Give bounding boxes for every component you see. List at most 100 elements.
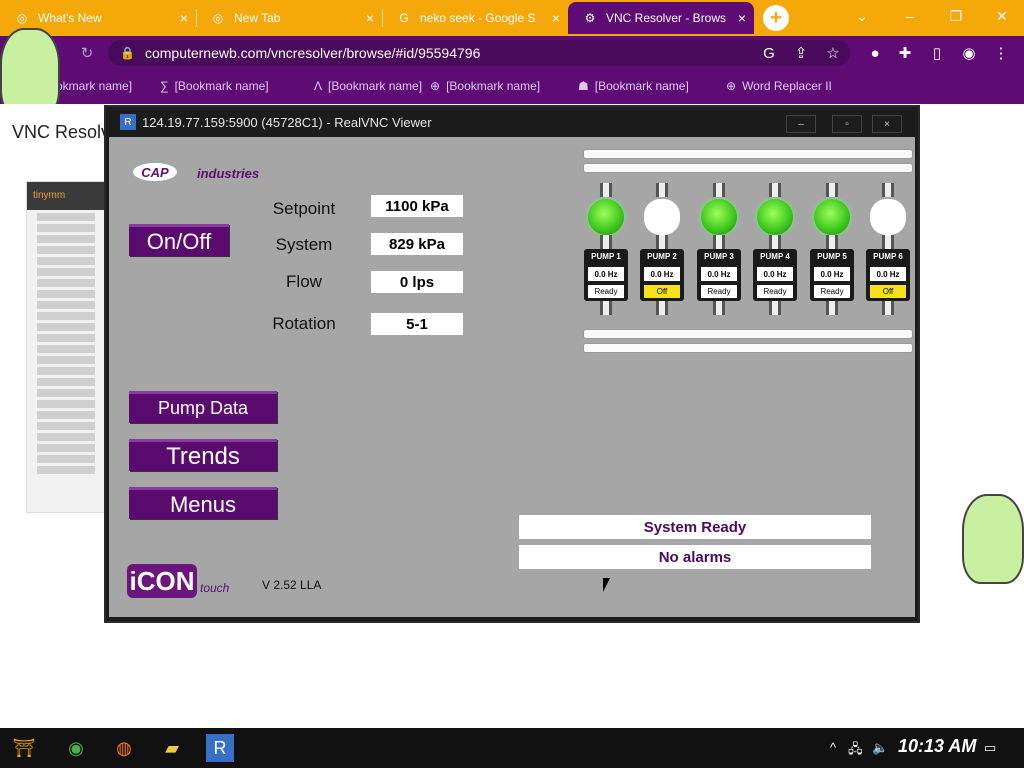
show-hidden-icons-icon[interactable]: ^ bbox=[830, 740, 836, 755]
chrome-taskbar-icon[interactable]: ◉ bbox=[62, 734, 90, 762]
pipe-stub bbox=[882, 183, 894, 197]
profile-icon[interactable]: ◉ bbox=[958, 42, 980, 64]
realvnc-taskbar-icon[interactable]: R bbox=[206, 734, 234, 762]
thumbnail-row bbox=[37, 345, 95, 353]
flow-value: 0 lps bbox=[371, 271, 463, 293]
pipe-stub bbox=[600, 235, 612, 249]
system-label: System bbox=[275, 235, 333, 254]
pump-name: PUMP 5 bbox=[817, 252, 847, 261]
discharge-header-pipe bbox=[583, 163, 913, 173]
rotation-label: Rotation bbox=[272, 314, 336, 333]
thumbnail-row bbox=[37, 301, 95, 309]
reload-icon[interactable]: ↻ bbox=[76, 42, 98, 64]
pump-1[interactable]: PUMP 1 0.0 Hz Ready bbox=[583, 177, 629, 347]
globe-icon: ⊕ bbox=[726, 79, 737, 93]
hmi-screen: CAP industries On/Off Setpoint 1100 kPa … bbox=[109, 137, 915, 617]
google-lens-icon[interactable]: G bbox=[758, 42, 780, 64]
pipe-stub bbox=[769, 301, 781, 315]
vnc-title-bar[interactable]: R 124.19.77.159:5900 (45728C1) - RealVNC… bbox=[106, 107, 918, 137]
thumbnail-row bbox=[37, 213, 95, 221]
bookmark-item[interactable]: ⊕ [Bookmark name] bbox=[430, 77, 540, 95]
brand-name: industries bbox=[197, 166, 260, 181]
close-tab-icon[interactable]: × bbox=[366, 10, 374, 26]
bookmark-item[interactable]: ☗ [Bookmark name] bbox=[578, 77, 689, 95]
bookmark-label: [Bookmark name] bbox=[594, 79, 689, 93]
thumbnail-row bbox=[37, 312, 95, 320]
bookmark-item[interactable]: Λ [Bookmark name] bbox=[314, 77, 422, 95]
bookmark-star-icon[interactable]: ☆ bbox=[822, 42, 844, 64]
bookmark-label: Word Replacer II bbox=[742, 79, 832, 93]
pump-3[interactable]: PUMP 3 0.0 Hz Ready bbox=[696, 177, 742, 347]
setpoint-value[interactable]: 1100 kPa bbox=[371, 195, 463, 217]
tab-title: neko seek - Google S bbox=[420, 11, 536, 25]
share-icon[interactable]: ⇪ bbox=[790, 42, 812, 64]
pump-4[interactable]: PUMP 4 0.0 Hz Ready bbox=[752, 177, 798, 347]
menus-button[interactable]: Menus bbox=[129, 487, 277, 519]
thumbnail-row bbox=[37, 235, 95, 243]
thumbnail-row bbox=[37, 411, 95, 419]
pump-name: PUMP 2 bbox=[647, 252, 677, 261]
thumbnail-row bbox=[37, 455, 95, 463]
taskbar bbox=[0, 728, 1024, 768]
vnc-close-button[interactable]: × bbox=[872, 115, 902, 133]
pump-1-indicator-light bbox=[588, 199, 624, 235]
pipe-stub bbox=[882, 235, 894, 249]
tab-search-icon[interactable]: ⌄ bbox=[848, 4, 876, 28]
tab-neko-seek[interactable]: G neko seek - Google S × bbox=[382, 2, 568, 34]
file-explorer-icon[interactable]: ▰ bbox=[158, 734, 186, 762]
bookmark-icon: ☗ bbox=[578, 79, 589, 93]
new-tab-button[interactable]: + bbox=[763, 5, 789, 31]
notifications-icon[interactable]: ▭ bbox=[984, 740, 996, 756]
vnc-maximize-button[interactable]: ▫ bbox=[832, 115, 862, 133]
chrome-icon: ◎ bbox=[16, 11, 28, 25]
pump-2[interactable]: PUMP 2 0.0 Hz Off bbox=[639, 177, 685, 347]
vnc-window-title: 124.19.77.159:5900 (45728C1) - RealVNC V… bbox=[142, 114, 432, 130]
pump-3-indicator-light bbox=[701, 199, 737, 235]
vnc-minimize-button[interactable]: – bbox=[786, 115, 816, 133]
minimize-icon[interactable]: – bbox=[896, 4, 924, 28]
chrome-icon: ◎ bbox=[212, 11, 224, 25]
side-panel-icon[interactable]: ▯ bbox=[926, 42, 948, 64]
taskbar-clock[interactable]: 10:13 AM bbox=[898, 736, 976, 757]
network-icon[interactable]: 🖧 bbox=[848, 740, 863, 762]
screenshot-thumbnail[interactable]: tinymm bbox=[26, 181, 106, 513]
extensions-puzzle-icon[interactable]: ✚ bbox=[894, 42, 916, 64]
bookmark-item[interactable]: ∑ [Bookmark name] bbox=[160, 77, 269, 95]
firefox-taskbar-icon[interactable]: ◍ bbox=[110, 734, 138, 762]
pump-status: Off bbox=[870, 285, 906, 298]
thumbnail-row bbox=[37, 367, 95, 375]
close-tab-icon[interactable]: × bbox=[180, 10, 188, 26]
thumbnail-row bbox=[37, 246, 95, 254]
volume-icon[interactable]: 🔈 bbox=[872, 740, 888, 756]
browser-chrome: ◎ What's New × ◎ New Tab × G neko seek -… bbox=[0, 0, 1024, 104]
icon-touch-logo: iCON bbox=[127, 564, 197, 598]
pump-name: PUMP 6 bbox=[873, 252, 903, 261]
menu-kebab-icon[interactable]: ⋮ bbox=[990, 42, 1012, 64]
pump-2-tag: PUMP 2 0.0 Hz Off bbox=[640, 249, 684, 301]
tab-vnc-resolver[interactable]: ⚙ VNC Resolver - Brows × bbox=[568, 2, 754, 34]
thumbnail-row bbox=[37, 268, 95, 276]
pipe-stub bbox=[656, 301, 668, 315]
thumbnail-row bbox=[37, 224, 95, 232]
start-button-icon[interactable]: ⛩ bbox=[10, 734, 38, 762]
pipe-stub bbox=[826, 183, 838, 197]
pump-data-button[interactable]: Pump Data bbox=[129, 391, 277, 423]
close-tab-icon[interactable]: × bbox=[552, 10, 560, 26]
alarm-status-banner[interactable]: No alarms bbox=[519, 545, 871, 569]
restore-icon[interactable]: ❐ bbox=[942, 4, 970, 28]
on-off-button[interactable]: On/Off bbox=[129, 224, 229, 256]
thumbnail-row bbox=[37, 334, 95, 342]
extension-avatar-icon[interactable]: ● bbox=[864, 42, 886, 64]
close-window-icon[interactable]: ✕ bbox=[988, 4, 1016, 28]
thumbnail-header: tinymm bbox=[27, 182, 105, 210]
pipe-stub bbox=[882, 301, 894, 315]
pump-frequency: 0.0 Hz bbox=[701, 267, 737, 281]
tab-title: VNC Resolver - Brows bbox=[606, 11, 726, 25]
address-bar[interactable]: 🔒 computernewb.com/vncresolver/browse/#i… bbox=[108, 40, 850, 66]
pump-6[interactable]: PUMP 6 0.0 Hz Off bbox=[865, 177, 911, 347]
bookmark-item[interactable]: ⊕ Word Replacer II bbox=[726, 77, 832, 95]
tab-new-tab[interactable]: ◎ New Tab × bbox=[196, 2, 382, 34]
pump-5[interactable]: PUMP 5 0.0 Hz Ready bbox=[809, 177, 855, 347]
trends-button[interactable]: Trends bbox=[129, 439, 277, 471]
close-tab-icon[interactable]: × bbox=[738, 10, 746, 26]
